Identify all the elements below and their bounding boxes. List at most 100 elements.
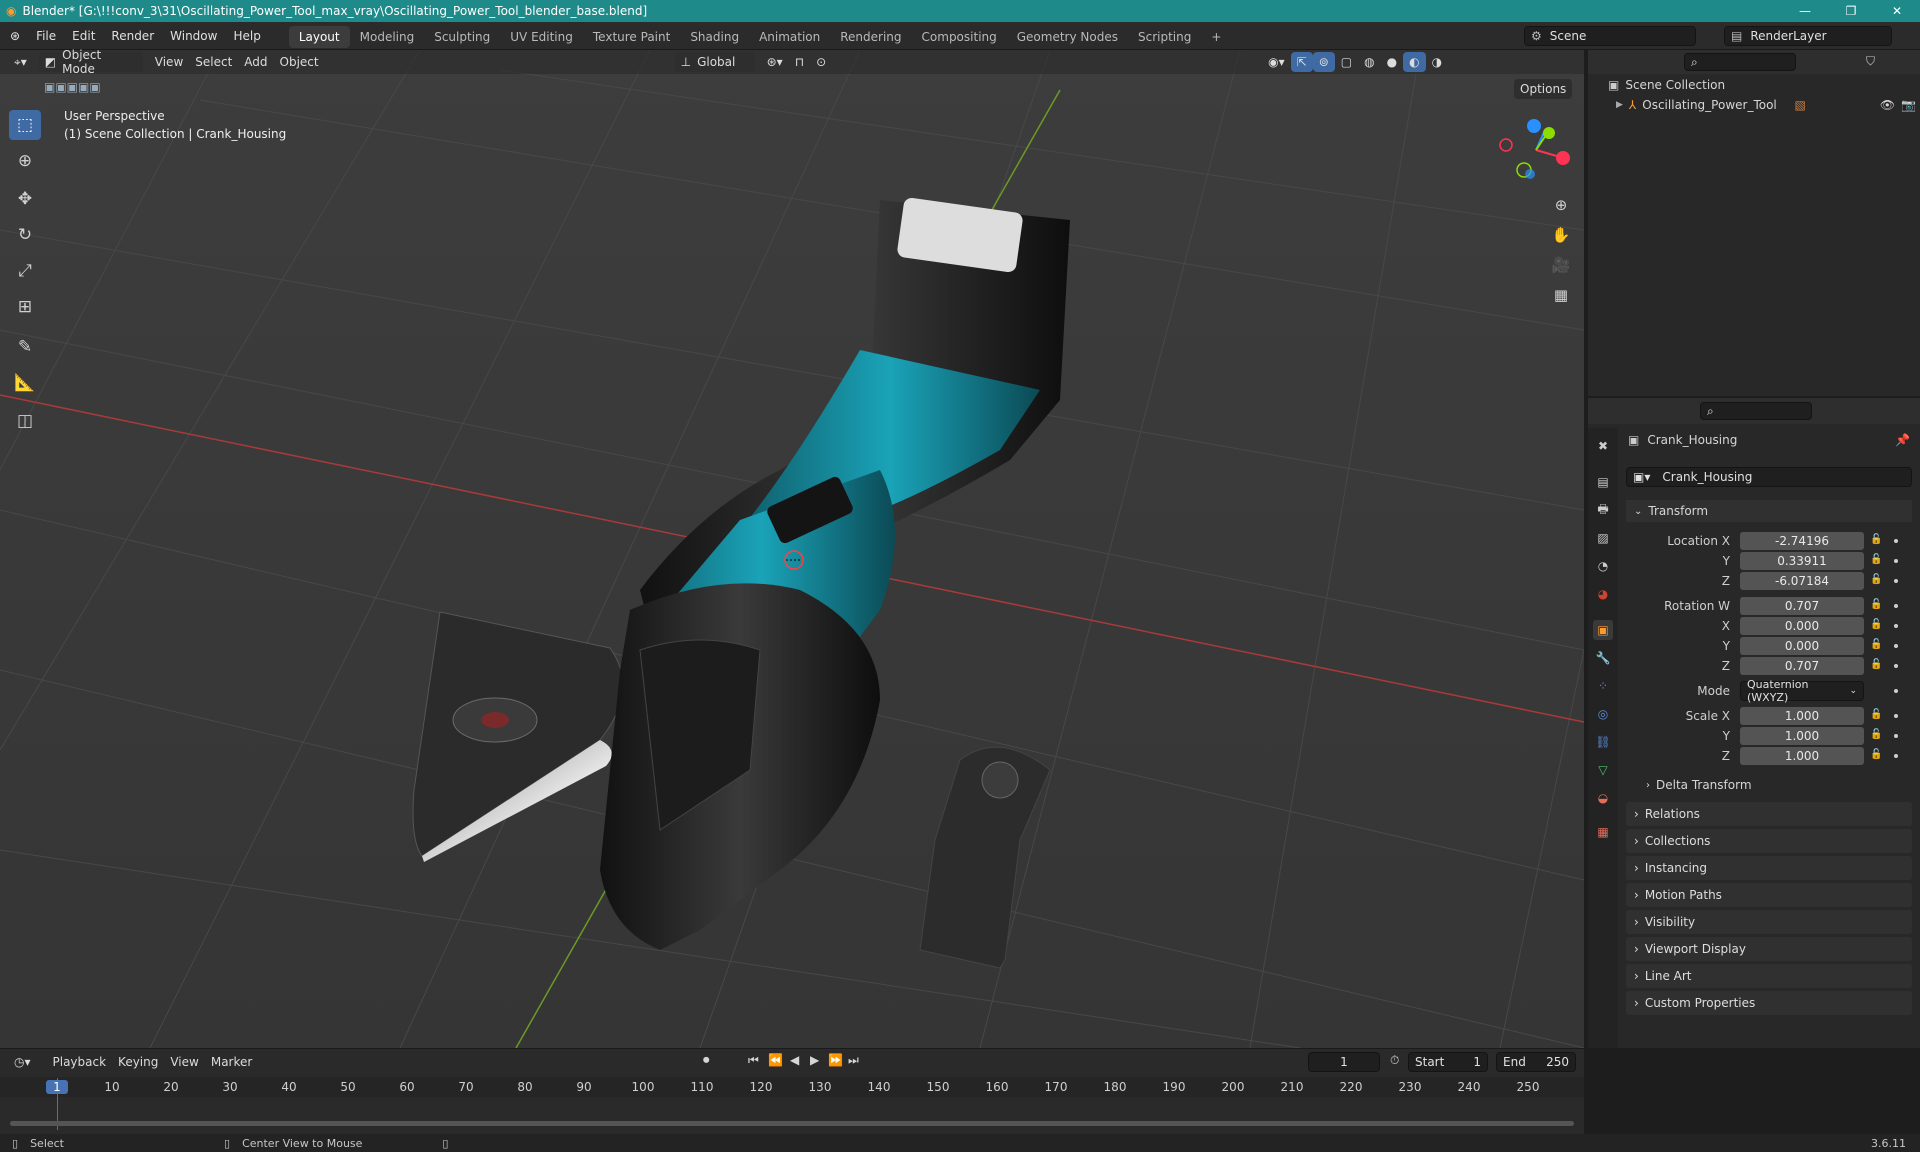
tab-sculpting[interactable]: Sculpting (424, 26, 500, 48)
panel-instancing[interactable]: › Instancing (1626, 856, 1912, 880)
panel-visibility[interactable]: › Visibility (1626, 910, 1912, 934)
rotation-mode-select[interactable]: Quaternion (WXYZ) ⌄ (1740, 678, 1864, 704)
menu-help[interactable]: Help (225, 22, 268, 50)
transform-tool-icon[interactable]: ⊞ (9, 292, 41, 322)
overlay-toggle-icon[interactable]: ⊚ (1312, 52, 1335, 72)
texture-tab-icon[interactable]: ▦ (1593, 822, 1613, 842)
menu-marker[interactable]: Marker (205, 1052, 258, 1072)
lock-icon[interactable]: 🔓 (1870, 749, 1884, 763)
zoom-icon[interactable]: ⊕ (1548, 192, 1574, 218)
menu-view[interactable]: View (149, 52, 189, 72)
constraints-tab-icon[interactable]: ⛓ (1593, 732, 1613, 752)
object-tab-icon[interactable]: ▣ (1593, 620, 1613, 640)
pivot-icon[interactable]: ⊛▾ (761, 52, 789, 72)
view-layer-tab-icon[interactable]: ▨ (1593, 528, 1613, 548)
measure-tool-icon[interactable]: 📐 (9, 368, 41, 398)
scale-x-field[interactable]: 1.000 (1740, 707, 1864, 725)
panel-custom-properties[interactable]: › Custom Properties (1626, 991, 1912, 1015)
move-tool-icon[interactable]: ✥ (9, 184, 41, 214)
menu-select[interactable]: Select (189, 52, 238, 72)
prev-keyframe-icon[interactable]: ⏪ (768, 1053, 783, 1067)
keyframe-dot[interactable] (1894, 539, 1898, 543)
keyframe-dot[interactable] (1894, 579, 1898, 583)
selection-mode-icons[interactable]: ▣▣▣▣▣ (44, 80, 140, 96)
play-icon[interactable]: ▶ (810, 1053, 819, 1067)
timeline-editor-type-icon[interactable]: ◷▾ (8, 1052, 37, 1072)
end-frame-field[interactable]: End 250 (1496, 1052, 1576, 1072)
tab-scripting[interactable]: Scripting (1128, 26, 1201, 48)
editor-type-icon[interactable]: ⌖▾ (8, 52, 33, 72)
expand-icon[interactable]: ▶ (1616, 100, 1623, 110)
options-button[interactable]: Options (1514, 79, 1573, 99)
outliner-root[interactable]: ▣ Scene Collection (1608, 78, 1725, 92)
scene-selector[interactable]: ⚙ Scene (1524, 26, 1696, 46)
pan-hand-icon[interactable]: ✋ (1548, 222, 1574, 248)
mode-selector[interactable]: ◩ Object Mode (38, 48, 143, 76)
keyframe-dot[interactable] (1894, 734, 1898, 738)
gizmo-toggle-icon[interactable]: ⇱ (1290, 52, 1313, 72)
add-cube-tool-icon[interactable]: ◫ (9, 406, 41, 436)
scale-tool-icon[interactable]: ⤢ (9, 256, 41, 286)
delta-transform-subpanel[interactable]: › Delta Transform (1646, 778, 1752, 792)
location-z-field[interactable]: -6.07184 (1740, 572, 1864, 590)
rotate-tool-icon[interactable]: ↻ (9, 220, 41, 250)
lock-icon[interactable]: 🔓 (1870, 554, 1884, 568)
lock-icon[interactable]: 🔓 (1870, 639, 1884, 653)
keyframe-dot[interactable] (1894, 714, 1898, 718)
filter-icon[interactable]: ⛉ (1866, 54, 1875, 69)
render-tab-icon[interactable]: ▤ (1593, 472, 1613, 492)
modifier-tab-icon[interactable]: 🔧 (1593, 648, 1613, 668)
world-tab-icon[interactable]: ◕ (1593, 584, 1613, 604)
menu-playback[interactable]: Playback (47, 1052, 113, 1072)
properties-search-input[interactable]: ⌕ (1700, 402, 1812, 420)
outliner-search-input[interactable]: ⌕ (1684, 53, 1796, 71)
ortho-grid-icon[interactable]: ▦ (1548, 282, 1574, 308)
lock-icon[interactable]: 🔓 (1870, 659, 1884, 673)
blender-menu-icon[interactable]: ⊛ (0, 29, 28, 43)
pin-icon[interactable]: 📌 (1895, 433, 1910, 447)
data-tab-icon[interactable]: ▽ (1593, 760, 1613, 780)
tab-layout[interactable]: Layout (288, 25, 350, 48)
proportional-edit-icon[interactable]: ⊙ (810, 52, 832, 72)
menu-edit[interactable]: Edit (64, 22, 103, 50)
panel-motion-paths[interactable]: › Motion Paths (1626, 883, 1912, 907)
keyframe-dot[interactable] (1894, 664, 1898, 668)
stopwatch-icon[interactable]: ⏱ (1390, 1053, 1399, 1068)
location-x-field[interactable]: -2.74196 (1740, 532, 1864, 550)
jump-end-icon[interactable]: ⏭ (848, 1053, 859, 1068)
tab-uv-editing[interactable]: UV Editing (500, 26, 583, 48)
play-reverse-icon[interactable]: ◀ (790, 1053, 799, 1067)
lock-icon[interactable]: 🔓 (1870, 619, 1884, 633)
lock-icon[interactable]: 🔓 (1870, 729, 1884, 743)
shading-material-icon[interactable]: ◐ (1403, 52, 1426, 72)
lock-icon[interactable]: 🔓 (1870, 574, 1884, 588)
render-camera-icon[interactable]: 📷 (1901, 98, 1916, 112)
tool-tab-icon[interactable]: ✖ (1593, 436, 1613, 456)
xray-toggle-icon[interactable]: ▢ (1335, 52, 1358, 72)
panel-relations[interactable]: › Relations (1626, 802, 1912, 826)
keyframe-dot[interactable] (1894, 559, 1898, 563)
shading-solid-icon[interactable]: ● (1381, 52, 1403, 72)
scale-y-field[interactable]: 1.000 (1740, 727, 1864, 745)
timeline-scrollbar[interactable] (10, 1121, 1574, 1126)
visibility-eye-icon[interactable]: 👁 (1880, 98, 1895, 112)
location-y-field[interactable]: 0.33911 (1740, 552, 1864, 570)
3d-viewport[interactable]: User Perspective (1) Scene Collection | … (0, 50, 1584, 1048)
rotation-w-field[interactable]: 0.707 (1740, 597, 1864, 615)
menu-add[interactable]: Add (238, 52, 273, 72)
shading-rendered-icon[interactable]: ◑ (1426, 52, 1448, 72)
add-workspace-button[interactable]: + (1201, 26, 1231, 48)
close-button[interactable]: ✕ (1874, 0, 1920, 22)
keyframe-dot[interactable] (1894, 754, 1898, 758)
tab-shading[interactable]: Shading (680, 26, 749, 48)
visibility-icon[interactable]: ◉▾ (1262, 52, 1291, 72)
orientation-selector[interactable]: ⊥ Global (674, 52, 755, 72)
playhead-frame-badge[interactable]: 1 (46, 1080, 68, 1094)
material-tab-icon[interactable]: ◒ (1593, 788, 1613, 808)
tab-rendering[interactable]: Rendering (830, 26, 911, 48)
lock-icon[interactable]: 🔓 (1870, 534, 1884, 548)
keyframe-dot[interactable] (1894, 644, 1898, 648)
menu-object[interactable]: Object (274, 52, 325, 72)
keyframe-dot[interactable] (1894, 624, 1898, 628)
panel-viewport-display[interactable]: › Viewport Display (1626, 937, 1912, 961)
